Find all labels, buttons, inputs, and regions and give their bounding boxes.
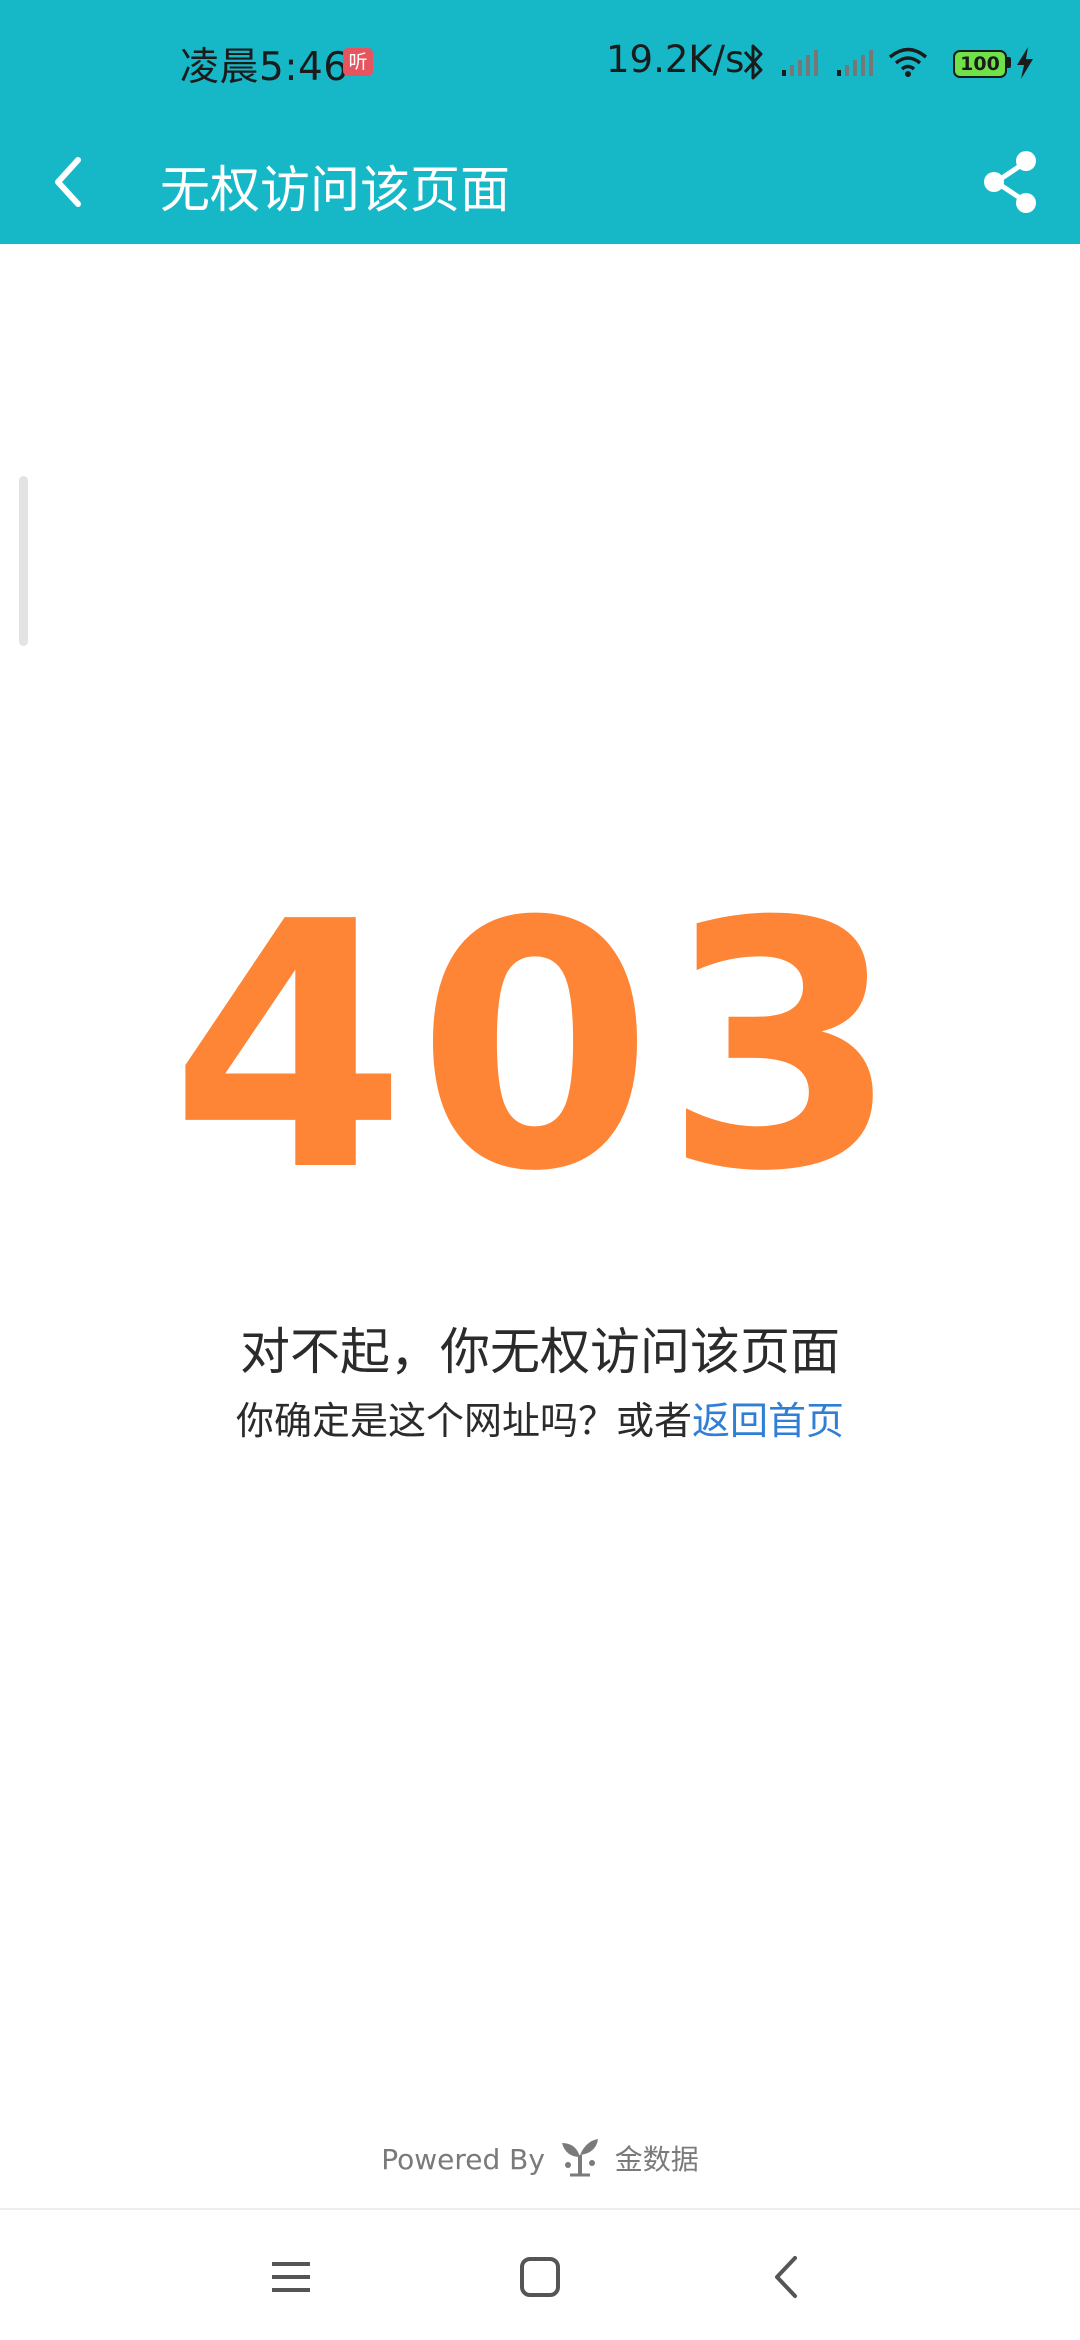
scroll-indicator[interactable] — [19, 476, 28, 646]
recent-apps-button[interactable] — [256, 2242, 326, 2312]
brand-name: 金数据 — [614, 2143, 699, 2176]
back-button[interactable] — [30, 142, 110, 222]
sprout-logo-icon — [561, 2139, 598, 2177]
bluetooth-icon — [743, 44, 763, 80]
home-square-icon — [520, 2257, 560, 2297]
status-bar: 凌晨5:46 听 19.2K/s 100 — [0, 0, 1080, 120]
error-hint: 你确定是这个网址吗？或者返回首页 — [0, 1390, 1080, 1445]
signal-icon — [782, 50, 818, 76]
battery-icon: 100 — [953, 50, 1007, 78]
share-button[interactable] — [970, 140, 1050, 224]
page-title: 无权访问该页面 — [160, 161, 510, 219]
charging-icon — [1017, 47, 1033, 79]
network-speed: 19.2K/s — [606, 38, 745, 81]
battery-cap — [1007, 57, 1011, 68]
signal-icon — [837, 50, 873, 76]
status-time: 凌晨5:46 — [180, 45, 349, 90]
powered-by-text: Powered By — [381, 2143, 545, 2176]
powered-by: Powered By 金数据 — [0, 2137, 1080, 2178]
home-button[interactable] — [505, 2242, 575, 2312]
system-nav-bar — [0, 2210, 1080, 2340]
system-back-button[interactable] — [753, 2242, 823, 2312]
app-bar: 无权访问该页面 — [0, 120, 1080, 244]
back-icon — [775, 2256, 797, 2298]
error-hint-text: 你确定是这个网址吗？或者 — [235, 1399, 692, 1443]
listen-badge: 听 — [343, 48, 373, 76]
chevron-left-icon — [55, 157, 81, 207]
home-link[interactable]: 返回首页 — [692, 1399, 844, 1443]
error-message: 对不起，你无权访问该页面 — [240, 1323, 840, 1381]
error-code: 403 — [170, 850, 910, 1246]
menu-icon — [272, 2262, 310, 2292]
share-icon — [984, 151, 1036, 213]
wifi-icon — [888, 47, 928, 77]
